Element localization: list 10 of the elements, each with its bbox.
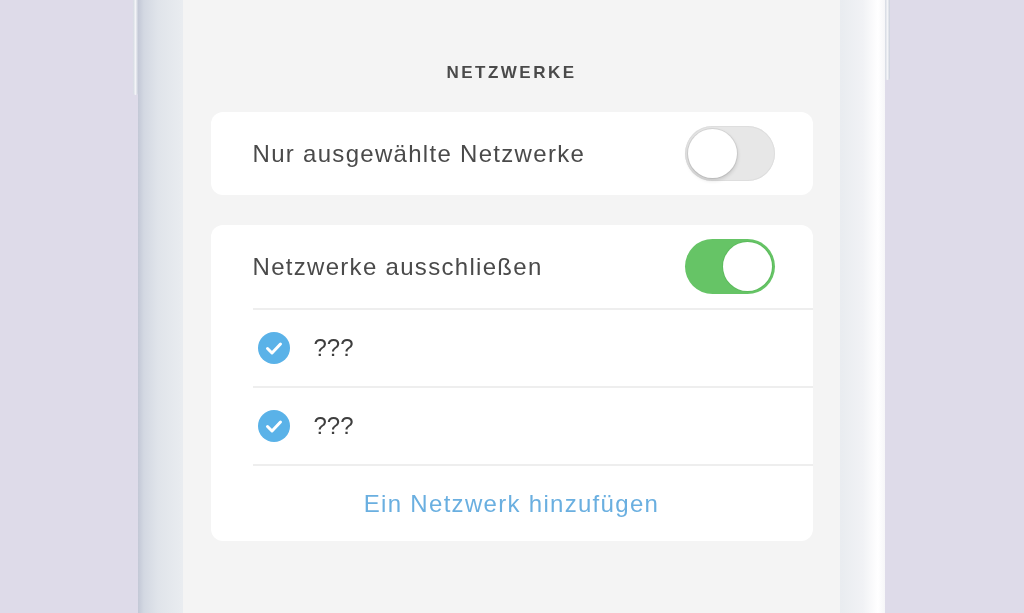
section-title: NETZWERKE — [446, 62, 577, 84]
add-network-link[interactable]: Ein Netzwerk hinzufügen — [363, 489, 660, 518]
network-name: ??? — [313, 412, 354, 440]
toggle-switch[interactable] — [684, 239, 775, 294]
check-circle-icon[interactable] — [257, 410, 290, 442]
network-name: ??? — [313, 334, 354, 362]
setting-label: Netzwerke ausschließen — [252, 252, 543, 281]
setting-label: Nur ausgewählte Netzwerke — [252, 139, 586, 168]
check-circle-icon[interactable] — [257, 332, 290, 364]
toggle-switch[interactable] — [684, 126, 775, 181]
